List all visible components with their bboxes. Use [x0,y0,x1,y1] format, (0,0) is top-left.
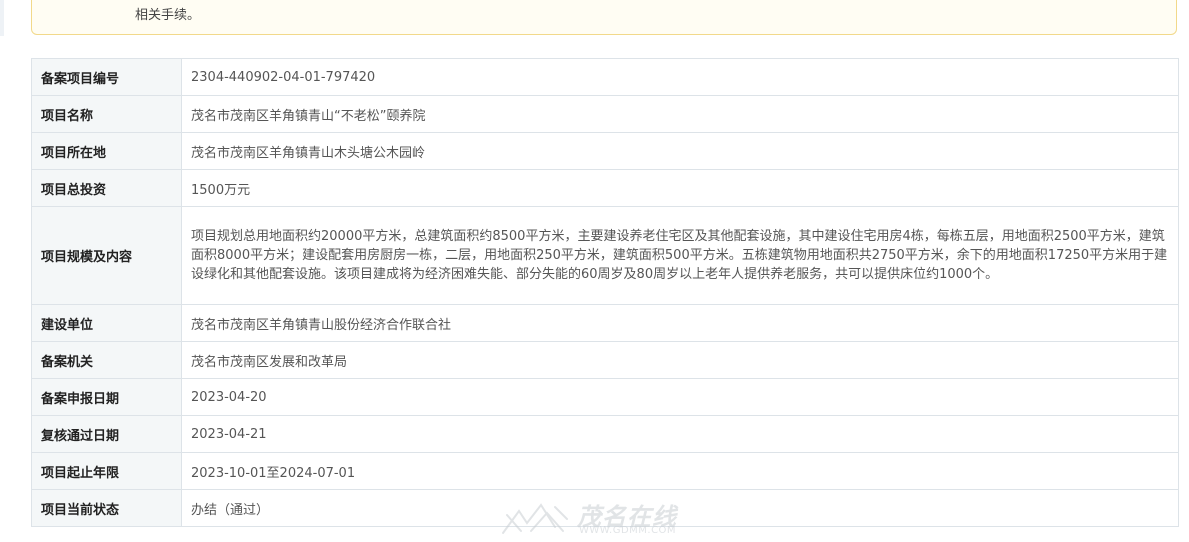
project-period-value: 2023-10-01至2024-07-01 [181,452,1179,490]
project-scope-value: 项目规划总用地面积约20000平方米，总建筑面积约8500平方米，主要建设养老住… [181,206,1179,305]
watermark-logo-icon [502,503,568,534]
table-row: 复核通过日期 2023-04-21 [31,415,1179,453]
watermark-url-text: WWW.GDMM.COM [579,525,677,536]
table-row: 建设单位 茂名市茂南区羊角镇青山股份经济合作联合社 [31,304,1179,342]
project-name-label: 项目名称 [31,95,182,133]
project-status-label: 项目当前状态 [31,489,182,527]
table-row: 备案项目编号 2304-440902-04-01-797420 [31,58,1179,96]
table-row: 项目总投资 1500万元 [31,169,1179,207]
construction-unit-value: 茂名市茂南区羊角镇青山股份经济合作联合社 [181,304,1179,342]
site-watermark: 茂名在线 WWW.GDMM.COM [497,497,697,539]
table-row: 备案机关 茂名市茂南区发展和改革局 [31,341,1179,379]
notice-text: 相关手续。 [135,8,201,23]
total-investment-value: 1500万元 [181,169,1179,207]
filing-number-value: 2304-440902-04-01-797420 [181,58,1179,96]
filing-number-label: 备案项目编号 [31,58,182,96]
left-edge-strip [0,0,4,36]
project-name-value: 茂名市茂南区羊角镇青山“不老松”颐养院 [181,95,1179,133]
total-investment-label: 项目总投资 [31,169,182,207]
construction-unit-label: 建设单位 [31,304,182,342]
record-info-table: 备案项目编号 2304-440902-04-01-797420 项目名称 茂名市… [31,58,1179,527]
notice-box: 相关手续。 [31,0,1177,35]
filing-date-label: 备案申报日期 [31,378,182,416]
table-row: 项目名称 茂名市茂南区羊角镇青山“不老松”颐养院 [31,95,1179,133]
project-period-label: 项目起止年限 [31,452,182,490]
review-date-label: 复核通过日期 [31,415,182,453]
project-scope-label: 项目规模及内容 [31,206,182,305]
review-date-value: 2023-04-21 [181,415,1179,453]
project-location-value: 茂名市茂南区羊角镇青山木头塘公木园岭 [181,132,1179,170]
filing-date-value: 2023-04-20 [181,378,1179,416]
filing-authority-label: 备案机关 [31,341,182,379]
table-row: 备案申报日期 2023-04-20 [31,378,1179,416]
table-row: 项目起止年限 2023-10-01至2024-07-01 [31,452,1179,490]
project-location-label: 项目所在地 [31,132,182,170]
table-row: 项目规模及内容 项目规划总用地面积约20000平方米，总建筑面积约8500平方米… [31,206,1179,305]
table-row: 项目所在地 茂名市茂南区羊角镇青山木头塘公木园岭 [31,132,1179,170]
filing-authority-value: 茂名市茂南区发展和改革局 [181,341,1179,379]
